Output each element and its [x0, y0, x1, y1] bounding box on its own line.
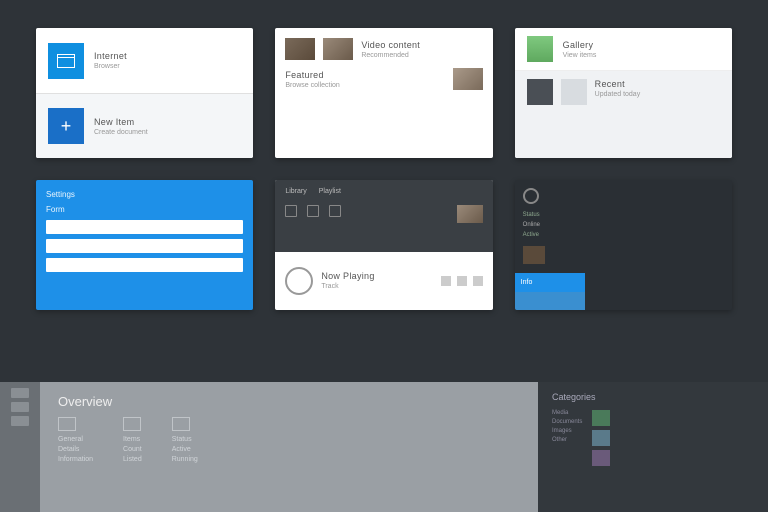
thumbnail-icon — [457, 205, 483, 223]
col-head: Items — [123, 436, 142, 443]
sidebar-item[interactable] — [11, 388, 29, 398]
panel-title: Categories — [552, 392, 754, 402]
now-title: Now Playing — [321, 271, 374, 281]
panel-line[interactable]: Other — [552, 437, 582, 443]
list-icon[interactable] — [307, 205, 319, 217]
info-panel[interactable]: Info — [515, 273, 585, 292]
col-icon — [172, 417, 190, 431]
col-head: General — [58, 436, 93, 443]
strip-sidebar — [0, 382, 40, 512]
progress-ring-icon[interactable] — [285, 267, 313, 295]
panel-line[interactable]: Media — [552, 410, 582, 416]
gallery-header[interactable]: Gallery View items — [515, 28, 732, 71]
sort-icon[interactable] — [329, 205, 341, 217]
card-gallery[interactable]: Gallery View items Recent Updated today — [515, 28, 732, 158]
col-line: Information — [58, 456, 93, 463]
thumbnail-icon — [453, 68, 483, 90]
card-player[interactable]: Library Playlist Now Playing Track — [275, 180, 492, 310]
col-line: Active — [172, 446, 198, 453]
gallery-icon — [527, 36, 553, 62]
title: Featured — [285, 70, 339, 80]
col-icon — [58, 417, 76, 431]
row-internet[interactable]: Internet Browser — [36, 28, 253, 93]
title: Gallery — [563, 40, 597, 50]
meta: Browse collection — [285, 82, 339, 89]
category-icon — [592, 410, 610, 426]
category-icon — [592, 450, 610, 466]
input-field[interactable] — [46, 258, 243, 272]
next-icon[interactable] — [473, 276, 483, 286]
meta: View items — [563, 52, 597, 59]
sidebar-item[interactable] — [11, 416, 29, 426]
col-line: Details — [58, 446, 93, 453]
col-line: Listed — [123, 456, 142, 463]
plus-icon: + — [48, 108, 84, 144]
status-ring-icon — [523, 188, 539, 204]
status-line: Status — [523, 212, 724, 218]
tab-library[interactable]: Library — [285, 188, 306, 195]
panel-title: Info — [521, 279, 579, 286]
prev-icon[interactable] — [441, 276, 451, 286]
subtitle: Create document — [94, 129, 148, 136]
form-label: Form — [46, 205, 243, 214]
thumbnail-icon — [523, 246, 545, 264]
square-icon — [561, 79, 587, 105]
thumbnail-icon — [323, 38, 353, 60]
panel-line[interactable]: Images — [552, 428, 582, 434]
card-browser[interactable]: Internet Browser + New Item Create docum… — [36, 28, 253, 158]
card-status[interactable]: Status Online Active Info — [515, 180, 732, 310]
col-line: Running — [172, 456, 198, 463]
input-field[interactable] — [46, 220, 243, 234]
title: New Item — [94, 117, 148, 127]
overview-col: Items Count Listed — [123, 417, 142, 463]
overview-col: Status Active Running — [172, 417, 198, 463]
grid-icon[interactable] — [285, 205, 297, 217]
panel-line[interactable]: Documents — [552, 419, 582, 425]
play-icon[interactable] — [457, 276, 467, 286]
meta: Updated today — [595, 91, 641, 98]
col-icon — [123, 417, 141, 431]
subtitle: Browser — [94, 63, 127, 70]
action-bar[interactable] — [515, 292, 585, 310]
overview-col: General Details Information — [58, 417, 93, 463]
strip-title: Overview — [58, 394, 520, 409]
square-icon — [527, 79, 553, 105]
title: Video content — [361, 40, 420, 50]
card-form[interactable]: Settings Form — [36, 180, 253, 310]
strip-panel: Categories Media Documents Images Other — [538, 382, 768, 512]
row-new[interactable]: + New Item Create document — [36, 93, 253, 158]
tab-playlist[interactable]: Playlist — [319, 188, 341, 195]
title: Recent — [595, 79, 641, 89]
category-icon — [592, 430, 610, 446]
col-head: Status — [172, 436, 198, 443]
sidebar-item[interactable] — [11, 402, 29, 412]
title: Internet — [94, 51, 127, 61]
form-header: Settings — [46, 190, 243, 199]
meta: Recommended — [361, 52, 420, 59]
media-row[interactable]: Video content Recommended — [285, 38, 482, 60]
col-line: Count — [123, 446, 142, 453]
media-row[interactable]: Featured Browse collection — [285, 68, 482, 90]
bottom-strip: Overview General Details Information Ite… — [0, 382, 768, 512]
status-line: Online — [523, 222, 724, 228]
window-icon — [48, 43, 84, 79]
now-meta: Track — [321, 283, 374, 290]
card-media[interactable]: Video content Recommended Featured Brows… — [275, 28, 492, 158]
status-line: Active — [523, 232, 724, 238]
input-field[interactable] — [46, 239, 243, 253]
thumbnail-icon — [285, 38, 315, 60]
strip-main: Overview General Details Information Ite… — [40, 382, 538, 512]
